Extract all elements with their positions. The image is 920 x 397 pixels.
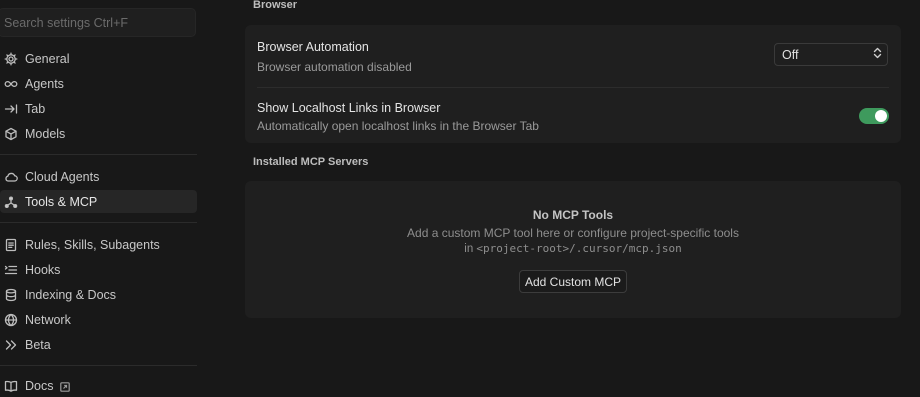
sidebar-item-hooks[interactable]: Hooks [0,258,197,281]
row-divider [257,87,889,88]
browser-automation-title: Browser Automation [257,40,369,54]
sidebar-item-indexing-docs[interactable]: Indexing & Docs [0,283,197,306]
sidebar-item-label: Rules, Skills, Subagents [25,237,160,252]
toggle-knob [875,110,887,122]
sidebar-item-network[interactable]: Network [0,308,197,331]
section-title-mcp: Installed MCP Servers [253,156,369,168]
sidebar-item-beta[interactable]: Beta [0,333,197,356]
cube-icon [4,127,18,141]
sidebar-item-label: Network [25,312,71,327]
browser-automation-description: Browser automation disabled [257,60,412,74]
browser-automation-select[interactable]: Off [774,43,888,66]
section-title-browser: Browser [253,0,298,11]
sidebar-item-tools-mcp[interactable]: Tools & MCP [0,190,197,213]
search-input[interactable]: Search settings Ctrl+F [0,8,196,37]
book-icon [4,379,18,393]
sidebar-item-rules[interactable]: Rules, Skills, Subagents [0,233,197,256]
sidebar-divider [0,154,197,155]
path-prefix: in [464,243,477,255]
sidebar-item-label: Hooks [25,262,61,277]
sidebar-item-label: Tab [25,101,46,116]
mcp-servers-card: No MCP Tools Add a custom MCP tool here … [245,181,901,318]
sidebar-item-general[interactable]: General [0,47,197,70]
sidebar-item-label: Models [25,126,66,141]
browser-settings-card: Browser Automation Browser automation di… [245,25,901,143]
nodes-icon [4,195,18,209]
search-placeholder: Search settings Ctrl+F [4,15,129,30]
empty-state-path-line: in <project-root>/.cursor/mcp.json [245,242,901,255]
double-chevron-icon [4,338,18,352]
cloud-icon [4,170,18,184]
sidebar-item-docs[interactable]: Docs [0,374,197,397]
sidebar: Search settings Ctrl+F General Agents Ta… [0,0,205,397]
list-icon [4,263,18,277]
sidebar-item-label: Docs [25,378,54,393]
globe-icon [4,313,18,327]
localhost-links-toggle[interactable] [859,108,889,124]
sidebar-item-cloud-agents[interactable]: Cloud Agents [0,165,197,188]
sidebar-item-label: General [25,51,70,66]
sidebar-item-label: Agents [25,76,64,91]
add-custom-mcp-button[interactable]: Add Custom MCP [519,270,627,293]
sidebar-divider [0,222,197,223]
sidebar-item-tab[interactable]: Tab [0,97,197,120]
infinity-icon [4,77,18,91]
localhost-links-title: Show Localhost Links in Browser [257,101,441,115]
sidebar-item-label: Beta [25,337,51,352]
document-icon [4,238,18,252]
select-value: Off [782,47,799,62]
database-icon [4,288,18,302]
sidebar-item-label: Cloud Agents [25,169,100,184]
external-link-icon [60,381,71,392]
chevron-up-down-icon [873,47,882,62]
sidebar-item-agents[interactable]: Agents [0,72,197,95]
empty-state-description: Add a custom MCP tool here or configure … [407,226,739,240]
sidebar-item-label: Tools & MCP [25,194,98,209]
empty-state-title: No MCP Tools [532,208,614,222]
localhost-links-description: Automatically open localhost links in th… [257,119,539,133]
mcp-config-path: <project-root>/.cursor/mcp.json [476,242,682,255]
sidebar-item-models[interactable]: Models [0,122,197,145]
sidebar-item-label: Indexing & Docs [25,287,117,302]
gear-icon [4,52,18,66]
sidebar-divider [0,365,197,366]
settings-window: Search settings Ctrl+F General Agents Ta… [0,0,920,397]
tab-arrow-icon [4,102,18,116]
